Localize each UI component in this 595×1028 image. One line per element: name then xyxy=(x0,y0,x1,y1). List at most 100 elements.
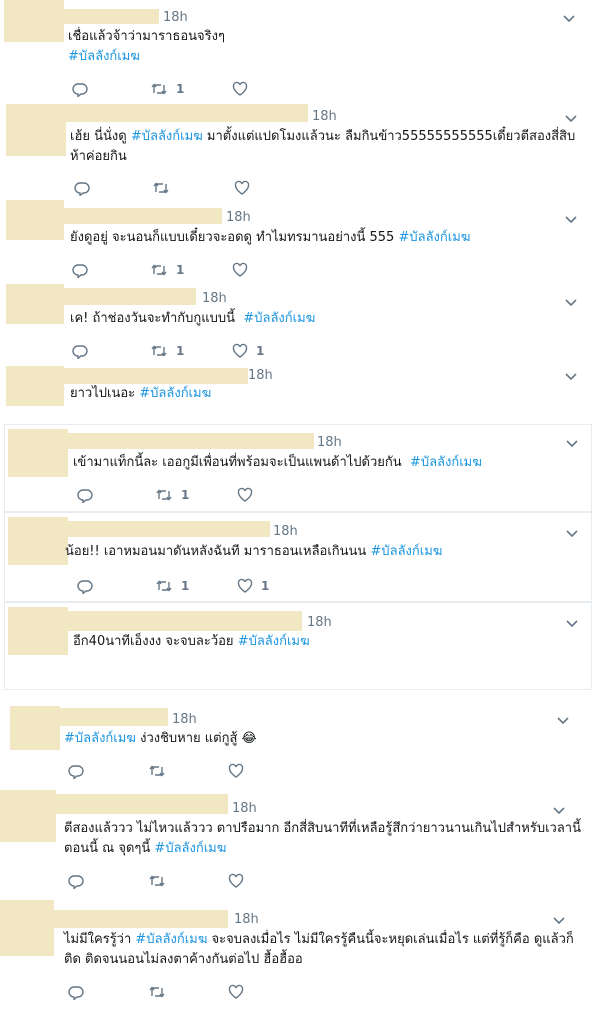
chevron-down-icon[interactable] xyxy=(564,372,578,382)
reply-button[interactable] xyxy=(74,180,152,196)
like-button[interactable] xyxy=(237,487,261,503)
hashtag-link[interactable]: #บัลลังก์เมฆ xyxy=(370,544,442,559)
avatar-redacted xyxy=(6,104,66,156)
tweet-text-part: เชื่อแล้วจ้าว่ามาราธอนจริงๆ xyxy=(68,29,225,44)
chevron-down-icon[interactable] xyxy=(552,916,566,926)
tweet-text: ยังดูอยู่ จะนอนก็แบบเดี๋ยวจะอดดู ทำไมทรม… xyxy=(70,228,585,248)
reply-button[interactable] xyxy=(77,487,155,503)
retweet-button[interactable] xyxy=(152,180,234,196)
tweet-timestamp[interactable]: 18h xyxy=(317,435,342,450)
chevron-down-icon[interactable] xyxy=(565,439,579,449)
retweet-icon xyxy=(156,580,172,592)
retweet-button[interactable]: 1 xyxy=(150,343,232,359)
tweet-text-part: น้อย!! เอาหมอนมาดันหลังฉันที มาราธอนเหลื… xyxy=(65,544,371,559)
chevron-down-icon[interactable] xyxy=(556,716,570,726)
retweet-button[interactable]: 1 xyxy=(155,487,237,503)
reply-button[interactable] xyxy=(72,81,150,97)
heart-icon xyxy=(232,343,248,358)
like-button[interactable] xyxy=(228,873,252,889)
username-redacted xyxy=(64,288,196,305)
retweet-button[interactable]: 1 xyxy=(155,578,237,594)
tweet-timestamp[interactable]: 18h xyxy=(172,712,197,727)
tweet-actions xyxy=(68,763,252,779)
hashtag-link[interactable]: #บัลลังก์เมฆ xyxy=(64,731,136,746)
hashtag-link[interactable]: #บัลลังก์เมฆ xyxy=(139,386,211,401)
tweet-timestamp[interactable]: 18h xyxy=(202,291,227,306)
tweet-text: เข้ามาแท็กนี้ละ เออกูมีเพื่อนที่พร้อมจะเ… xyxy=(73,453,583,473)
retweet-button[interactable]: 1 xyxy=(150,262,232,278)
like-button[interactable] xyxy=(232,262,256,278)
hashtag-link[interactable]: #บัลลังก์เมฆ xyxy=(243,311,315,326)
chevron-down-icon[interactable] xyxy=(564,114,578,124)
chevron-down-icon[interactable] xyxy=(565,619,579,629)
tweet-actions: 1 xyxy=(77,487,261,503)
tweet-timestamp[interactable]: 18h xyxy=(226,210,251,225)
reply-icon xyxy=(68,986,84,1000)
reply-icon xyxy=(72,345,88,359)
tweet-text-part: เค! ถ้าช่องวันจะทำกับกูแบบนี้ xyxy=(70,311,244,326)
like-button[interactable]: 1 xyxy=(232,343,264,359)
reply-button[interactable] xyxy=(68,763,148,779)
reply-icon xyxy=(72,83,88,97)
username-redacted xyxy=(64,208,222,224)
retweet-icon xyxy=(153,182,169,194)
retweet-button[interactable] xyxy=(148,984,228,1000)
tweet-card: 18h ยาวไปเนอะ #บัลลังก์เมฆ xyxy=(0,366,595,424)
tweet-actions: 1 1 xyxy=(77,578,269,594)
tweet-timestamp[interactable]: 18h xyxy=(312,109,337,124)
tweet-text-part: เข้ามาแท็กนี้ละ เออกูมีเพื่อนที่พร้อมจะเ… xyxy=(73,455,410,470)
like-button[interactable] xyxy=(234,180,258,196)
hashtag-link[interactable]: #บัลลังก์เมฆ xyxy=(398,230,470,245)
reply-button[interactable] xyxy=(68,873,148,889)
tweet-timestamp[interactable]: 18h xyxy=(307,615,332,630)
like-count: 1 xyxy=(261,579,270,593)
like-button[interactable] xyxy=(232,81,256,97)
tweet-timestamp[interactable]: 18h xyxy=(273,524,298,539)
retweet-button[interactable]: 1 xyxy=(150,81,232,97)
retweet-icon xyxy=(149,986,165,998)
reply-button[interactable] xyxy=(68,984,148,1000)
chevron-down-icon[interactable] xyxy=(564,298,578,308)
retweet-button[interactable] xyxy=(148,763,228,779)
tweet-timestamp[interactable]: 18h xyxy=(163,10,188,25)
username-redacted xyxy=(68,611,302,631)
reply-button[interactable] xyxy=(77,578,155,594)
like-button[interactable] xyxy=(228,984,252,1000)
like-button[interactable]: 1 xyxy=(237,578,269,594)
chevron-down-icon[interactable] xyxy=(564,215,578,225)
hashtag-link[interactable]: #บัลลังก์เมฆ xyxy=(154,841,226,856)
tweet-timestamp[interactable]: 18h xyxy=(248,368,273,383)
tweet-card: 18h ตีสองแล้ววว ไม่ไหวแล้ววว ตาปรือมาก อ… xyxy=(0,790,595,900)
hashtag-link[interactable]: #บัลลังก์เมฆ xyxy=(135,932,207,947)
heart-icon xyxy=(228,984,244,999)
tweet-card: 18h น้อย!! เอาหมอนมาดันหลังฉันที มาราธอน… xyxy=(4,512,592,602)
tweet-text: อีก40นาทีเอ็งงง จะจบละว้อย #บัลลังก์เมฆ xyxy=(73,632,583,652)
tweet-text-part: ยังดูอยู่ จะนอนก็แบบเดี๋ยวจะอดดู ทำไมทรม… xyxy=(70,230,399,245)
heart-icon xyxy=(228,873,244,888)
tweet-timestamp[interactable]: 18h xyxy=(232,801,257,816)
hashtag-link[interactable]: #บัลลังก์เมฆ xyxy=(68,49,140,64)
tweet-text: #บัลลังก์เมฆ ง่วงชิบหาย แต่กูสู้ 😂 xyxy=(64,729,579,749)
hashtag-link[interactable]: #บัลลังก์เมฆ xyxy=(131,129,203,144)
avatar-redacted xyxy=(0,790,56,842)
retweet-button[interactable] xyxy=(148,873,228,889)
tweet-text: น้อย!! เอาหมอนมาดันหลังฉันที มาราธอนเหลื… xyxy=(65,542,583,562)
tweet-text-part: อีก40นาทีเอ็งงง จะจบละว้อย xyxy=(73,634,238,649)
chevron-down-icon[interactable] xyxy=(562,14,576,24)
tweet-text-part: เฮ้ย นี่นั่งดู xyxy=(70,129,131,144)
username-redacted xyxy=(64,368,248,384)
reply-icon xyxy=(77,580,93,594)
chevron-down-icon[interactable] xyxy=(565,529,579,539)
reply-button[interactable] xyxy=(72,343,150,359)
tweet-text: เชื่อแล้วจ้าว่ามาราธอนจริงๆ #บัลลังก์เมฆ xyxy=(68,27,583,67)
tweet-timestamp[interactable]: 18h xyxy=(234,912,259,927)
username-redacted xyxy=(68,521,270,537)
hashtag-link[interactable]: #บัลลังก์เมฆ xyxy=(238,634,310,649)
chevron-down-icon[interactable] xyxy=(552,806,566,816)
heart-icon xyxy=(237,487,253,502)
hashtag-link[interactable]: #บัลลังก์เมฆ xyxy=(410,455,482,470)
reply-button[interactable] xyxy=(72,262,150,278)
retweet-count: 1 xyxy=(181,488,190,502)
username-redacted xyxy=(60,708,168,726)
like-button[interactable] xyxy=(228,763,252,779)
